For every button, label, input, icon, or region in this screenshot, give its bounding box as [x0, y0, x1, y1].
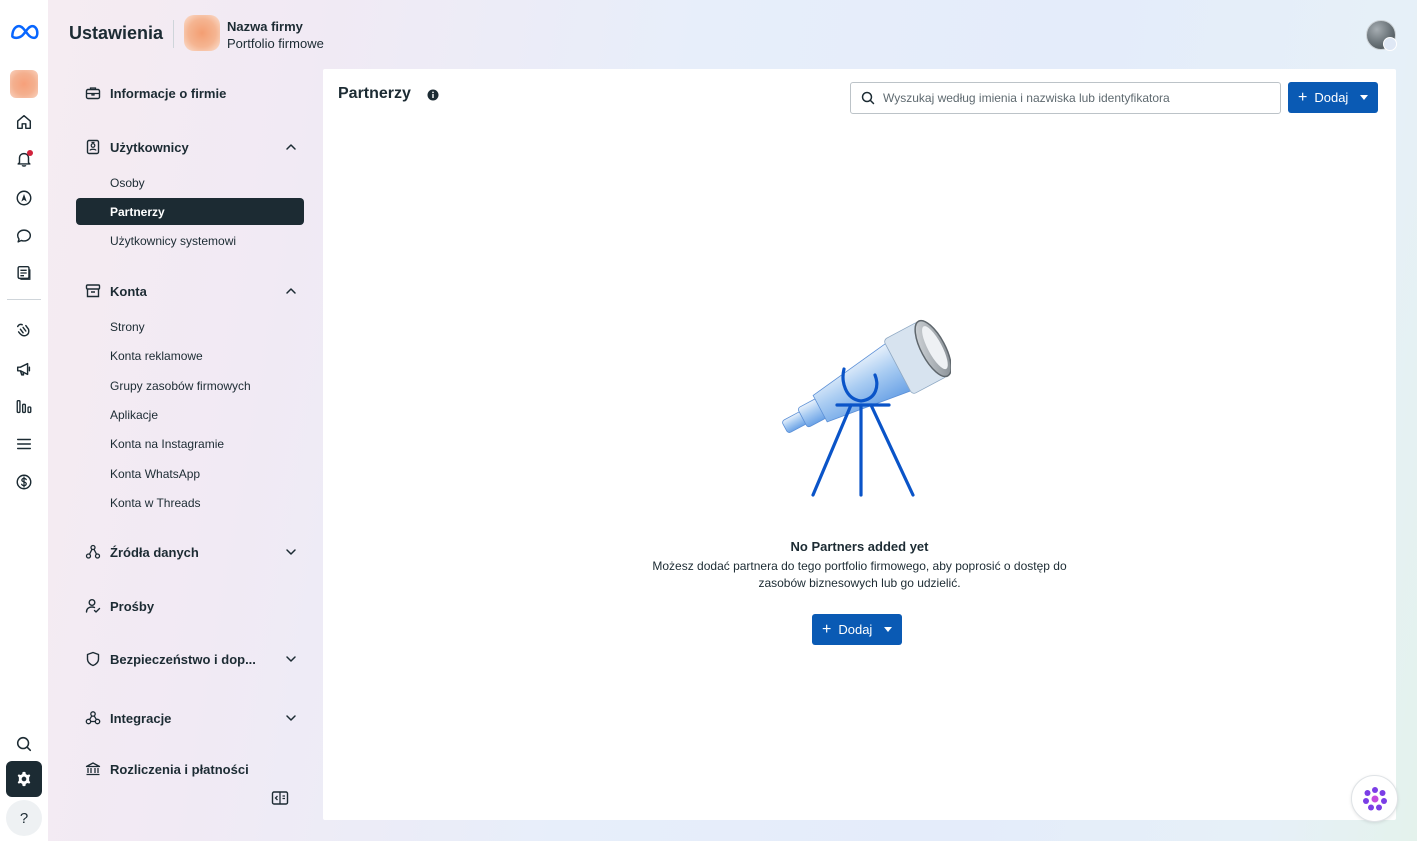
rail-divider — [7, 299, 41, 300]
plus-icon: + — [1298, 88, 1308, 106]
nav-company-info[interactable]: Informacje o firmie — [76, 78, 304, 108]
nav-accounts-label: Konta — [110, 283, 147, 299]
collapse-sidebar-icon[interactable] — [271, 790, 289, 806]
nav-item-system-users[interactable]: Użytkownicy systemowi — [76, 227, 304, 254]
archive-box-icon — [76, 283, 110, 299]
panel-title: Partnerzy — [338, 85, 411, 102]
search-icon — [861, 91, 875, 105]
add-partner-button[interactable]: + Dodaj — [1288, 82, 1379, 113]
left-rail: ? — [0, 0, 48, 841]
nav-item-threads-accounts[interactable]: Konta w Threads — [76, 489, 304, 516]
nav-accounts[interactable]: Konta — [76, 276, 304, 306]
search-input[interactable] — [883, 91, 1280, 105]
bell-icon[interactable] — [6, 141, 42, 177]
nav-billing[interactable]: Rozliczenia i płatności — [76, 756, 304, 782]
help-label: ? — [19, 809, 29, 827]
nav-requests[interactable]: Prośby — [76, 591, 304, 621]
briefcase-icon — [76, 85, 110, 101]
business-avatar[interactable] — [10, 70, 38, 98]
shield-icon — [76, 651, 110, 667]
nav-integrations[interactable]: Integracje — [76, 703, 304, 733]
hand-wave-icon[interactable] — [6, 313, 42, 349]
chart-bars-icon[interactable] — [6, 389, 42, 425]
nav-users[interactable]: Użytkownicy — [76, 132, 304, 162]
telescope-illustration — [782, 319, 951, 497]
chevron-down-icon[interactable] — [278, 712, 304, 724]
nav-item-partners[interactable]: Partnerzy — [76, 198, 304, 225]
nav-billing-label: Rozliczenia i płatności — [110, 761, 249, 777]
compass-icon[interactable] — [6, 180, 42, 216]
nav-security-label: Bezpieczeństwo i dop... — [110, 651, 256, 667]
nav-company-info-label: Informacje o firmie — [110, 85, 227, 101]
business-name[interactable]: Nazwa firmy — [227, 19, 303, 34]
nav-integrations-label: Integracje — [110, 710, 172, 726]
chevron-up-icon[interactable] — [278, 285, 304, 297]
data-nodes-icon — [76, 544, 110, 560]
bank-icon — [76, 761, 110, 777]
dollar-circle-icon[interactable] — [6, 464, 42, 500]
page-title: Ustawienia — [69, 23, 164, 43]
nav-item-instagram-accounts[interactable]: Konta na Instagramie — [76, 430, 304, 457]
nav-users-label: Użytkownicy — [110, 139, 189, 155]
nav-item-ad-accounts[interactable]: Konta reklamowe — [76, 342, 304, 369]
empty-state-title: No Partners added yet — [790, 539, 929, 554]
plus-icon: + — [822, 620, 832, 638]
meta-logo-icon[interactable] — [6, 14, 42, 50]
pages-icon[interactable] — [6, 255, 42, 291]
nav-item-whatsapp-accounts[interactable]: Konta WhatsApp — [76, 460, 304, 487]
assistant-flower-icon — [1362, 786, 1387, 810]
chevron-up-icon[interactable] — [278, 141, 304, 153]
integration-nodes-icon — [76, 710, 110, 726]
chevron-down-icon[interactable] — [278, 546, 304, 558]
nav-item-people[interactable]: Osoby — [76, 169, 304, 196]
add-button-label: Dodaj — [1314, 90, 1349, 105]
caret-down-icon — [1360, 95, 1369, 100]
chevron-down-icon[interactable] — [278, 653, 304, 665]
menu-icon[interactable] — [6, 426, 42, 462]
chat-icon[interactable] — [6, 218, 42, 254]
header-divider — [173, 20, 174, 48]
nav-item-asset-groups[interactable]: Grupy zasobów firmowych — [76, 372, 304, 399]
empty-state-description: Możesz dodać partnera do tego portfolio … — [652, 559, 1067, 590]
partners-panel: Partnerzy + Dodaj — [323, 69, 1396, 820]
nav-item-pages[interactable]: Strony — [76, 313, 304, 340]
notification-dot — [27, 150, 33, 156]
person-check-icon — [76, 598, 110, 614]
gear-icon[interactable] — [6, 761, 42, 797]
nav-data-sources[interactable]: Źródła danych — [76, 537, 304, 567]
megaphone-icon[interactable] — [6, 351, 42, 387]
nav-requests-label: Prośby — [110, 598, 155, 614]
business-logo[interactable] — [184, 15, 220, 51]
nav-item-apps[interactable]: Aplikacje — [76, 401, 304, 428]
info-icon[interactable] — [427, 89, 439, 101]
business-subtitle: Portfolio firmowe — [227, 36, 324, 51]
empty-add-button-label: Dodaj — [838, 622, 873, 637]
id-badge-icon — [76, 139, 110, 155]
user-avatar[interactable] — [1366, 20, 1397, 51]
nav-security[interactable]: Bezpieczeństwo i dop... — [76, 644, 304, 674]
caret-down-icon — [884, 627, 893, 632]
nav-data-sources-label: Źródła danych — [110, 544, 199, 560]
assistant-button[interactable] — [1351, 775, 1398, 822]
search-box[interactable] — [850, 82, 1281, 114]
help-icon[interactable]: ? — [6, 800, 42, 836]
home-icon[interactable] — [6, 104, 42, 140]
empty-state-add-button[interactable]: + Dodaj — [812, 614, 903, 645]
search-icon[interactable] — [6, 726, 42, 762]
